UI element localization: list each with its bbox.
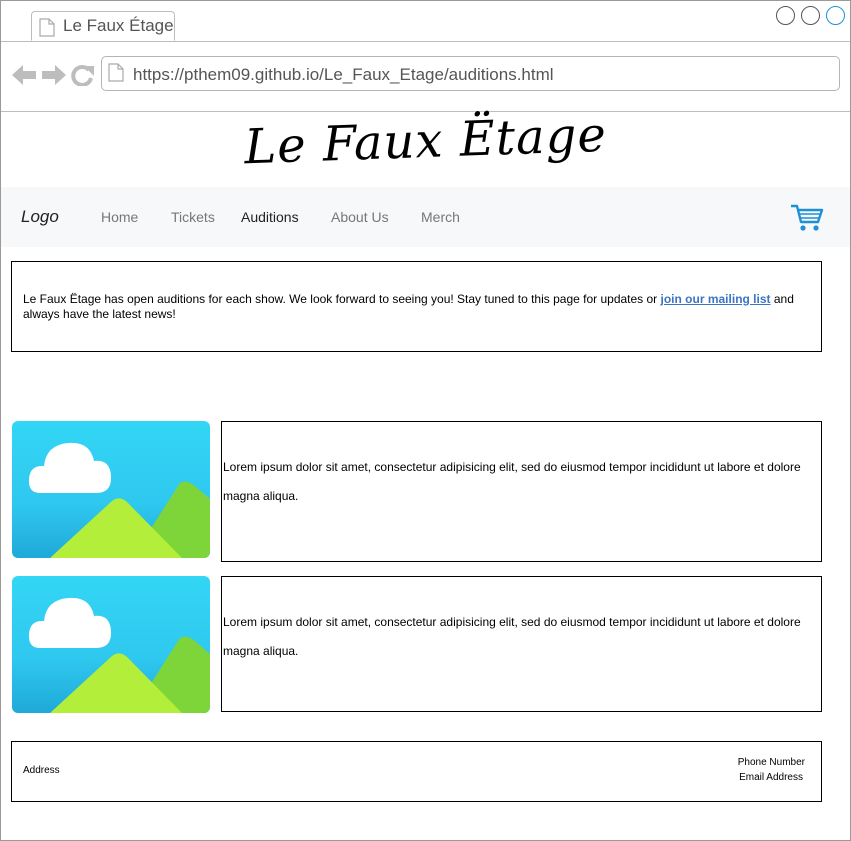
nav-tickets[interactable]: Tickets <box>171 209 215 225</box>
intro-text: Le Faux Ëtage has open auditions for eac… <box>23 292 803 322</box>
nav-auditions[interactable]: Auditions <box>241 209 299 225</box>
browser-window: Le Faux Étage https://pthem09.github.io/… <box>0 0 851 841</box>
mailing-list-link[interactable]: join our mailing list <box>661 292 771 306</box>
browser-tab[interactable]: Le Faux Étage <box>31 11 175 41</box>
address-bar[interactable]: https://pthem09.github.io/Le_Faux_Etage/… <box>101 56 840 91</box>
intro-box: Le Faux Ëtage has open auditions for eac… <box>11 261 822 352</box>
card-text: Lorem ipsum dolor sit amet, consectetur … <box>223 460 801 503</box>
logo[interactable]: Logo <box>21 207 59 227</box>
footer-email: Email Address <box>739 772 803 783</box>
intro-text-start: Le Faux Ëtage has open auditions for eac… <box>23 292 661 306</box>
cart-icon[interactable] <box>790 203 824 238</box>
image-placeholder-icon <box>12 576 210 713</box>
minimize-button[interactable] <box>776 6 795 25</box>
nav-about-us[interactable]: About Us <box>331 209 389 225</box>
footer-address: Address <box>23 765 60 776</box>
card-text: Lorem ipsum dolor sit amet, consectetur … <box>223 615 801 658</box>
tab-bar: Le Faux Étage <box>1 1 850 42</box>
reload-icon[interactable] <box>71 64 95 91</box>
back-icon[interactable] <box>11 64 37 91</box>
forward-icon[interactable] <box>41 64 67 91</box>
footer-phone: Phone Number <box>737 757 805 768</box>
main-nav: Logo Home Tickets Auditions About Us Mer… <box>1 187 850 247</box>
maximize-button[interactable] <box>801 6 820 25</box>
browser-toolbar: https://pthem09.github.io/Le_Faux_Etage/… <box>1 42 850 112</box>
audition-card: Lorem ipsum dolor sit amet, consectetur … <box>221 421 822 562</box>
nav-merch[interactable]: Merch <box>421 209 460 225</box>
doc-icon <box>108 63 124 87</box>
close-button[interactable] <box>826 6 845 25</box>
nav-home[interactable]: Home <box>101 209 138 225</box>
audition-card: Lorem ipsum dolor sit amet, consectetur … <box>221 576 822 712</box>
tab-title: Le Faux Étage <box>63 16 174 35</box>
doc-icon <box>39 18 55 42</box>
footer: Address Phone Number Email Address <box>11 741 822 802</box>
image-placeholder-icon <box>12 421 210 558</box>
url-text[interactable]: https://pthem09.github.io/Le_Faux_Etage/… <box>133 65 554 85</box>
